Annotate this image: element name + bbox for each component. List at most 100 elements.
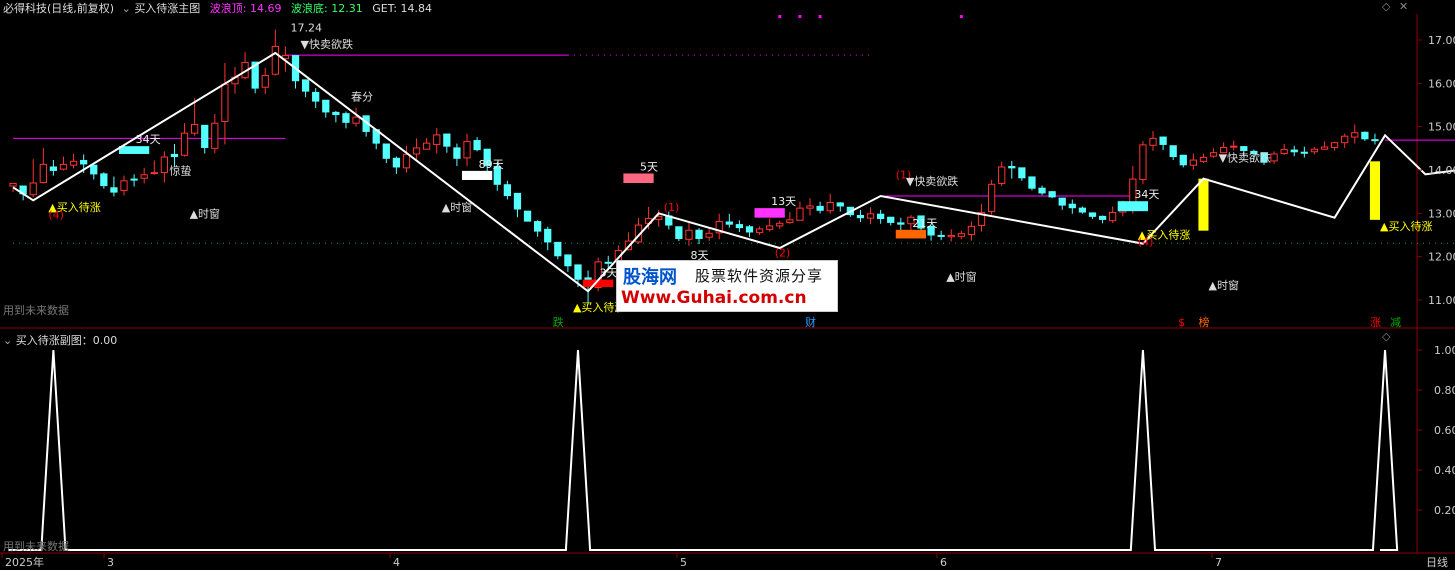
candle-body — [1290, 149, 1298, 153]
event-tag: 财 — [805, 315, 816, 329]
candle-body — [1351, 132, 1359, 138]
candle-body — [261, 75, 269, 88]
candle-body — [271, 46, 279, 75]
candle-body — [503, 184, 511, 197]
candle-body — [201, 124, 209, 148]
candle-body — [1189, 159, 1197, 166]
candle-body — [513, 192, 522, 210]
period-label[interactable]: 日线 — [1426, 554, 1448, 570]
candle-body — [675, 226, 683, 239]
candle-body — [826, 202, 834, 212]
stock-name: 必得科技(日线,前复权) — [3, 2, 115, 15]
candle-body — [1028, 176, 1036, 189]
candle-body — [382, 143, 390, 159]
candle-body — [392, 157, 401, 168]
candle-body — [1068, 203, 1076, 209]
candle-body — [574, 264, 582, 280]
sub-tick-label: 0.80 — [1434, 384, 1455, 397]
candle-body — [9, 182, 17, 187]
price-tick-label: 15.00 — [1428, 121, 1455, 134]
candle-body — [69, 160, 78, 166]
future-data-note: 用到未来数据 — [3, 304, 69, 317]
candle-body — [1310, 148, 1319, 153]
candle-body — [998, 166, 1006, 184]
candle-body — [110, 187, 118, 193]
get-label: GET: — [372, 2, 397, 15]
candle-body — [544, 228, 552, 243]
date-tick-label: 3 — [107, 556, 114, 567]
price-tick-label: 12.00 — [1428, 251, 1455, 264]
marker-box — [895, 229, 927, 239]
candle-body — [59, 163, 68, 170]
wave-zigzag-line — [12, 51, 1455, 293]
annotation-label: ▲时窗 — [190, 207, 220, 221]
candle-body — [1169, 145, 1177, 158]
candle-body — [402, 153, 411, 169]
annotation-label: ▲时窗 — [442, 200, 472, 214]
watermark-logo: 股海网 — [623, 267, 677, 288]
sub-tick-label: 1.00 — [1434, 344, 1455, 357]
candle-body — [806, 205, 814, 209]
annotation-label: (4) — [1138, 235, 1154, 248]
close-icon[interactable]: ✕ — [1399, 0, 1408, 13]
candle-body — [1149, 137, 1157, 146]
watermark-banner: 股海网 股票软件资源分享 Www.Guhai.com.cn — [616, 260, 838, 312]
candle-body — [1048, 191, 1056, 198]
candle-body — [786, 219, 794, 223]
sub-diamond-icon[interactable]: ◇ — [1382, 330, 1390, 343]
price-tick-label: 11.00 — [1428, 294, 1455, 307]
candle-body — [29, 182, 37, 196]
top-marker — [778, 15, 782, 18]
annotation-label: 春分 — [351, 91, 373, 104]
candle-body — [1330, 142, 1339, 148]
candle-body — [453, 147, 461, 159]
annotation-label: ▲买入待涨 — [1380, 219, 1432, 233]
candle-body — [725, 221, 733, 225]
candle-body — [866, 213, 875, 219]
candle-body — [887, 216, 895, 223]
candle-body — [301, 79, 310, 92]
candle-body — [1371, 139, 1379, 142]
candle-body — [332, 111, 340, 116]
watermark-url: Www.Guhai.com.cn — [621, 288, 807, 308]
marker-box — [623, 173, 654, 183]
annotation-label: (1) — [664, 201, 680, 214]
top-marker — [818, 15, 822, 18]
event-tag: 减 — [1390, 316, 1401, 329]
annotation-label: 惊蛰 — [169, 163, 191, 177]
sub-signal-line — [8, 349, 1399, 551]
wave-top-value: 14.69 — [250, 2, 282, 15]
candle-body — [776, 222, 784, 227]
date-tick-label: 7 — [1215, 556, 1222, 567]
candle-body — [1109, 211, 1117, 222]
candle-body — [1280, 149, 1288, 155]
candle-body — [130, 178, 138, 181]
candle-body — [957, 233, 965, 237]
candle-body — [1078, 207, 1087, 213]
sub-indicator-toggle-icon[interactable]: ⌄ — [3, 334, 12, 347]
candle-body — [1088, 212, 1097, 217]
top-marker — [798, 15, 802, 18]
annotation-label: ▼快卖欲跌 — [1219, 150, 1271, 164]
wave-bottom-label: 波浪底: — [291, 2, 328, 15]
box-label: 21天 — [912, 217, 937, 230]
candle-body — [534, 221, 542, 232]
sub-future-data-note: 用到未来数据 — [3, 540, 69, 553]
sub-indicator-title: 买入待涨副图：0.00 — [15, 334, 118, 347]
candle-body — [1199, 156, 1208, 162]
candle-body — [897, 222, 905, 225]
candle-body — [443, 133, 451, 147]
candle-body — [554, 241, 562, 257]
diamond-icon[interactable]: ◇ — [1382, 0, 1390, 13]
candle-body — [1270, 153, 1278, 162]
indicator-toggle-icon[interactable]: ⌄ — [122, 2, 131, 15]
sub-chart-header: ⌄ 买入待涨副图：0.00 — [3, 332, 118, 347]
candle-body — [120, 180, 128, 191]
marker-box — [1198, 178, 1209, 231]
candle-body — [735, 224, 744, 229]
event-tag: $ — [1178, 316, 1185, 329]
event-tag: 涨 — [1370, 316, 1381, 329]
candle-body — [1240, 146, 1248, 152]
candle-body — [987, 183, 996, 213]
candle-body — [100, 173, 108, 187]
